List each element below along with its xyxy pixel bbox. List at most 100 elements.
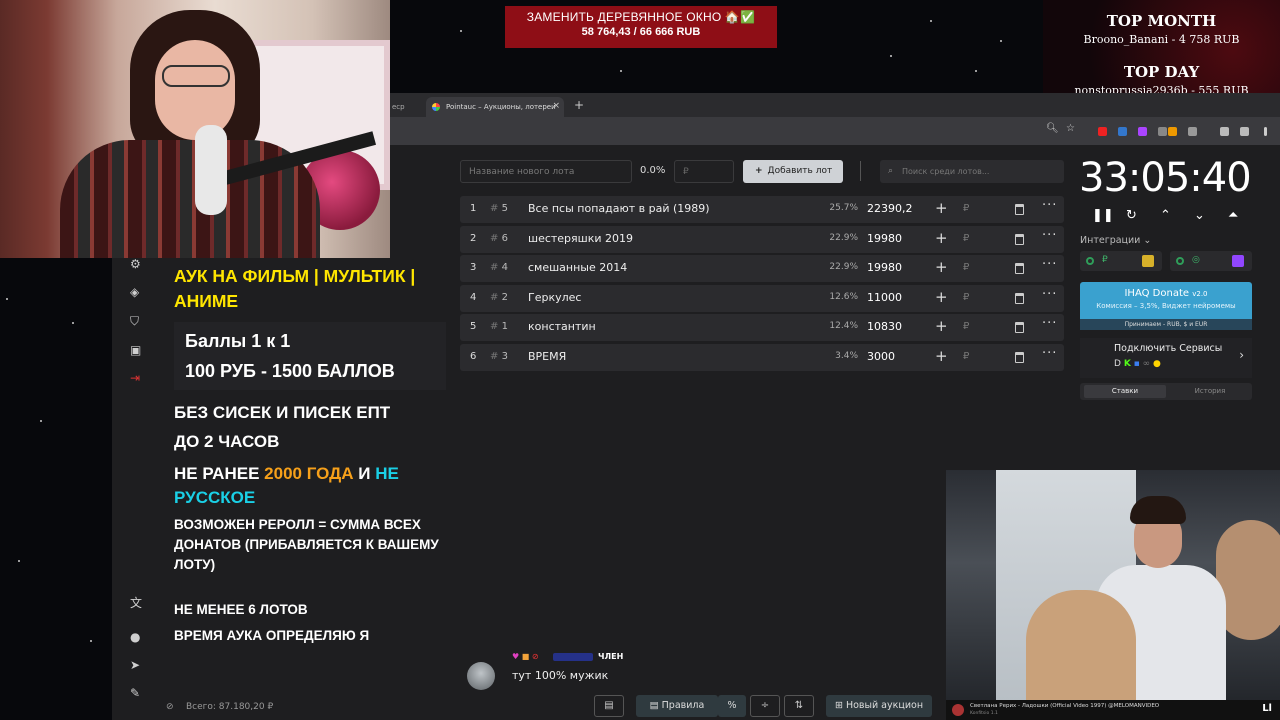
percent-toggle-button[interactable]: % <box>718 695 746 717</box>
add-amount-icon[interactable]: + <box>935 347 948 365</box>
donate-commission: Комиссия – 3,5%, Виджет нейромемы <box>1096 302 1236 310</box>
chevron-down-icon[interactable]: ⌄ <box>1194 208 1205 223</box>
extension-youtube-icon[interactable] <box>1098 127 1107 136</box>
sort-icon[interactable]: ⇅ <box>784 695 814 717</box>
rules-icon: ▤ <box>649 700 662 711</box>
microphone <box>195 125 227 215</box>
tab-bets[interactable]: Ставки <box>1084 385 1166 398</box>
delete-lot-icon[interactable] <box>1015 263 1024 274</box>
delete-lot-icon[interactable] <box>1015 292 1024 304</box>
delete-lot-icon[interactable] <box>1015 233 1024 245</box>
extension-purple-icon[interactable] <box>1138 127 1147 136</box>
github-icon[interactable]: ● <box>130 630 143 644</box>
rule-no-nsfw: БЕЗ СИСЕК И ПИСЕК ЕПТ <box>174 403 391 422</box>
translate-icon[interactable]: 文 <box>130 594 143 610</box>
grid-icon: ⊞ <box>834 700 846 711</box>
tab-previous[interactable]: ecp <box>390 97 426 117</box>
telegram-icon[interactable]: ➤ <box>130 658 143 672</box>
channel-logo: Ll <box>1262 703 1272 714</box>
logout-icon[interactable]: ⇥ <box>130 371 143 385</box>
more-options-icon[interactable]: ··· <box>1042 198 1057 213</box>
browser-menu-icon[interactable] <box>1264 127 1267 136</box>
points-ratio: Баллы 1 к 1 <box>185 331 291 351</box>
rules-button[interactable]: ▤ Правила <box>636 695 718 717</box>
integration-toggle-twitch[interactable]: ◎ <box>1170 251 1252 271</box>
zoom-icon[interactable]: 🔍︎ <box>1046 123 1059 134</box>
tab-history[interactable]: История <box>1170 387 1250 395</box>
more-options-icon[interactable]: ··· <box>1042 346 1057 361</box>
goal-progress: 58 764,43 / 66 666 RUB <box>581 26 701 38</box>
more-options-icon[interactable]: ··· <box>1042 287 1057 302</box>
integrations-label: Интеграции <box>1080 235 1141 246</box>
delete-lot-icon[interactable] <box>1015 204 1024 215</box>
lot-name[interactable]: ВРЕМЯ <box>528 350 566 363</box>
lot-amount: 11000 <box>867 290 902 304</box>
extension-badge-icon[interactable] <box>1158 127 1167 136</box>
shield-icon[interactable]: ⛉ <box>130 314 143 328</box>
new-lot-amount-input[interactable]: ₽ <box>674 160 734 183</box>
save-icon[interactable]: ▤ <box>594 695 624 717</box>
currency-icon: ₽ <box>963 262 970 273</box>
top-month-title: TOP MONTH <box>1106 12 1217 30</box>
delete-lot-icon[interactable] <box>1015 351 1024 363</box>
music-video <box>946 470 1280 702</box>
extension-orange-icon[interactable] <box>1168 127 1177 136</box>
add-amount-icon[interactable]: + <box>935 199 948 217</box>
donate-accepts: Принимаем - RUB, $ и EUR <box>1080 319 1252 330</box>
layers-icon[interactable]: ◈ <box>130 285 143 299</box>
donationalerts-icon <box>1142 255 1154 267</box>
lot-name[interactable]: шестеряшки 2019 <box>528 232 633 245</box>
extensions-puzzle-icon[interactable] <box>1188 127 1197 136</box>
lot-row[interactable]: 5 # 1 константин 12.4% 10830 + ₽ ··· <box>460 314 1064 341</box>
delete-lot-icon[interactable] <box>1015 322 1024 333</box>
split-icon[interactable]: ÷ <box>750 695 780 717</box>
double-chevron-up-icon[interactable]: ⏶ <box>1228 208 1238 223</box>
add-amount-icon[interactable]: + <box>935 258 948 276</box>
integration-toggle-donationalerts[interactable]: ₽ <box>1080 251 1162 271</box>
pointauc-favicon-icon <box>432 103 440 111</box>
chat-username[interactable] <box>553 653 593 661</box>
toggle-indicator-icon <box>1176 257 1184 265</box>
settings-icon[interactable]: ⚙ <box>130 257 143 271</box>
lot-name[interactable]: константин <box>528 320 596 333</box>
chevron-up-icon[interactable]: ⌃ <box>1160 208 1171 223</box>
more-options-icon[interactable]: ··· <box>1042 257 1057 272</box>
pause-icon[interactable]: ❚❚ <box>1092 208 1114 223</box>
integrations-dropdown[interactable]: Интеграции ⌄ <box>1080 235 1151 246</box>
lot-percent: 12.6% <box>829 291 858 302</box>
extension-download-icon[interactable] <box>1240 127 1249 136</box>
rules-title: АУК НА ФИЛЬМ | МУЛЬТИК | АНИМЕ <box>174 266 416 311</box>
close-tab-icon[interactable]: × <box>552 101 560 111</box>
add-lot-button[interactable]: + Добавить лот <box>743 160 843 183</box>
lot-name[interactable]: Все псы попадают в рай (1989) <box>528 202 710 215</box>
new-lot-name-input[interactable]: Название нового лота <box>460 160 632 183</box>
ihaq-donate-banner[interactable]: IHAQ Donate v2.0 Комиссия – 3,5%, Виджет… <box>1080 282 1252 330</box>
tab-pointauc[interactable]: Pointauc – Аукционы, лотереи × <box>426 97 564 117</box>
lot-row[interactable]: 2 # 6 шестеряшки 2019 22.9% 19980 + ₽ ··… <box>460 225 1064 253</box>
add-amount-icon[interactable]: + <box>935 229 948 247</box>
video-title: Светлана Рерих - Ладошки (Official Video… <box>970 703 1160 709</box>
add-amount-icon[interactable]: + <box>935 288 948 306</box>
reset-timer-icon[interactable]: ↻ <box>1126 208 1137 223</box>
lot-name[interactable]: смешанные 2014 <box>528 261 627 274</box>
more-options-icon[interactable]: ··· <box>1042 228 1057 243</box>
more-options-icon[interactable]: ··· <box>1042 316 1057 331</box>
lot-name[interactable]: Геркулес <box>528 291 581 304</box>
hide-eye-icon[interactable]: ⊘ <box>166 702 178 712</box>
new-auction-button[interactable]: ⊞ Новый аукцион <box>826 695 932 717</box>
sub-badge-icon: ■ <box>521 652 530 661</box>
support-icon[interactable]: ✎ <box>130 686 143 700</box>
add-amount-icon[interactable]: + <box>935 317 948 335</box>
extension-blue-icon[interactable] <box>1118 127 1127 136</box>
extension-list-icon[interactable] <box>1220 127 1229 136</box>
ruble-icon: ₽ <box>1102 255 1108 265</box>
lot-search-input[interactable]: ⌕ Поиск среди лотов... <box>880 160 1064 183</box>
bookmark-star-icon[interactable]: ☆ <box>1066 123 1075 134</box>
lot-row[interactable]: 3 # 4 смешанные 2014 22.9% 19980 + ₽ ··· <box>460 255 1064 282</box>
connect-services-button[interactable]: Подключить Сервисы D K ▪ ∞ ● › <box>1080 338 1252 378</box>
lot-row[interactable]: 6 # 3 ВРЕМЯ 3.4% 3000 + ₽ ··· <box>460 343 1064 371</box>
lot-row[interactable]: 4 # 2 Геркулес 12.6% 11000 + ₽ ··· <box>460 284 1064 312</box>
lot-row[interactable]: 1 # 5 Все псы попадают в рай (1989) 25.7… <box>460 196 1064 223</box>
history-icon[interactable]: ▣ <box>130 343 143 357</box>
new-tab-button[interactable]: + <box>574 98 584 112</box>
